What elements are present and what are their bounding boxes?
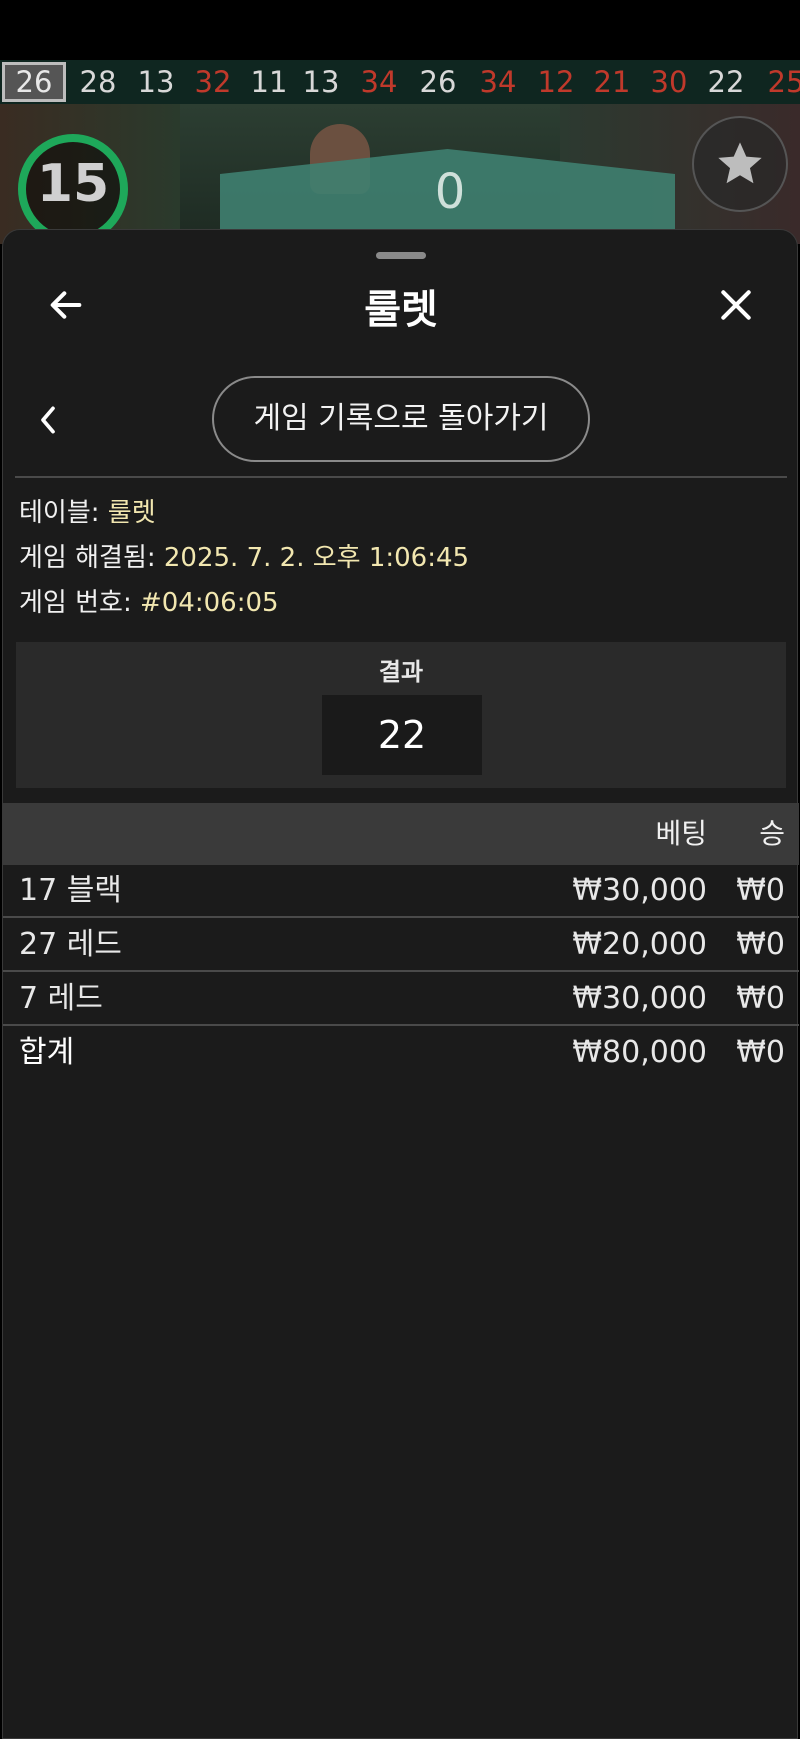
history-number: 34: [360, 65, 398, 99]
countdown-timer: 15: [36, 154, 110, 214]
bet-amount: ₩30,000: [572, 873, 707, 908]
chevron-left-icon: [41, 406, 55, 434]
history-number: 26: [419, 65, 457, 99]
history-number: 26: [2, 62, 66, 102]
back-to-history-button[interactable]: 게임 기록으로 돌아가기: [212, 376, 590, 462]
table-row: 7 레드 ₩30,000 ₩0: [3, 973, 799, 1026]
bets-table-header: 베팅 승: [3, 803, 799, 865]
table-info: 테이블: 룰렛: [19, 495, 156, 531]
bet-amount: ₩30,000: [572, 981, 707, 1016]
win-column-header: 승: [759, 817, 785, 850]
table-row: 27 레드 ₩20,000 ₩0: [3, 919, 799, 972]
divider: [15, 476, 787, 478]
result-value: 22: [322, 695, 482, 775]
history-number: 13: [302, 65, 340, 99]
history-number: 32: [194, 65, 232, 99]
total-label: 합계: [19, 1035, 75, 1070]
resolved-info: 게임 해결됨: 2025. 7. 2. 오후 1:06:45: [19, 540, 469, 576]
bet-amount: ₩20,000: [572, 927, 707, 962]
bet-name: 17 블랙: [19, 873, 122, 908]
result-panel: 결과 22: [16, 642, 786, 788]
history-number: 22: [707, 65, 745, 99]
game-number-label: 게임 번호:: [19, 588, 140, 618]
close-button[interactable]: [711, 280, 761, 330]
result-label: 결과: [378, 658, 424, 686]
total-bet: ₩80,000: [572, 1035, 707, 1070]
close-icon: [721, 290, 751, 320]
history-number: 21: [593, 65, 631, 99]
history-number: 11: [250, 65, 288, 99]
arrow-left-icon: [50, 291, 82, 319]
win-amount: ₩0: [736, 927, 785, 962]
drag-handle[interactable]: [376, 252, 426, 259]
history-number: 25: [767, 65, 800, 99]
prev-button[interactable]: [33, 400, 63, 440]
live-video-area: 15 0: [0, 104, 800, 244]
sheet-title: 룰렛: [364, 287, 438, 333]
history-number: 13: [137, 65, 175, 99]
table-value: 룰렛: [107, 498, 156, 528]
game-number-value: #04:06:05: [139, 588, 279, 618]
win-amount: ₩0: [736, 981, 785, 1016]
resolved-label: 게임 해결됨:: [19, 543, 164, 573]
table-row: 17 블랙 ₩30,000 ₩0: [3, 865, 799, 918]
bet-name: 7 레드: [19, 981, 103, 1016]
history-number: 12: [537, 65, 575, 99]
table-score: 0: [434, 164, 466, 220]
total-row: 합계 ₩80,000 ₩0: [3, 1027, 799, 1080]
history-number: 30: [650, 65, 688, 99]
star-icon: [718, 142, 762, 184]
bet-name: 27 레드: [19, 927, 122, 962]
favorite-button[interactable]: [692, 116, 788, 212]
total-win: ₩0: [736, 1035, 785, 1070]
win-amount: ₩0: [736, 873, 785, 908]
back-button[interactable]: [41, 280, 91, 330]
game-details-sheet: 룰렛 게임 기록으로 돌아가기 테이블: 룰렛 게임 해결됨: 2025. 7.…: [2, 229, 799, 1739]
history-number: 34: [479, 65, 517, 99]
bet-column-header: 베팅: [655, 817, 707, 850]
results-history-strip: 26 28 13 32 11 13 34 26 34 12 21 30 22 2…: [0, 60, 800, 104]
table-label: 테이블:: [19, 498, 108, 528]
resolved-value: 2025. 7. 2. 오후 1:06:45: [163, 543, 470, 573]
game-number-info: 게임 번호: #04:06:05: [19, 585, 279, 621]
status-bar: [0, 0, 800, 60]
history-number: 28: [79, 65, 117, 99]
